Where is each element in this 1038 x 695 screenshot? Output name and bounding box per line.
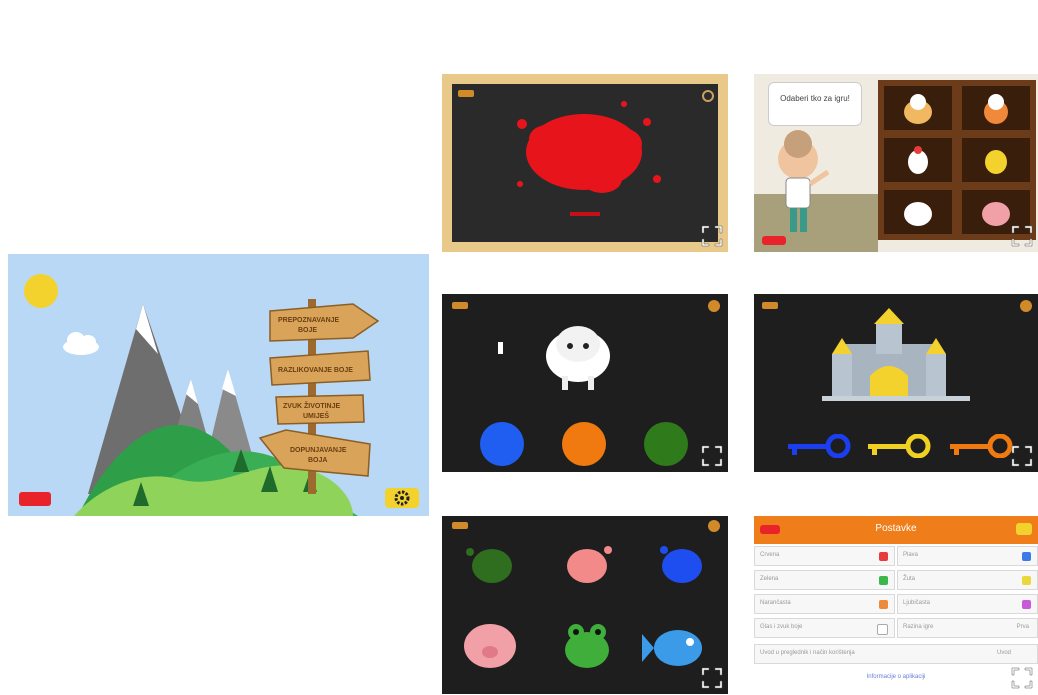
fish-icon[interactable]: [642, 630, 702, 666]
svg-text:PREPOZNAVANJE: PREPOZNAVANJE: [278, 317, 340, 324]
color-choice-blue[interactable]: [480, 422, 524, 466]
svg-text:UMIJEŠ: UMIJEŠ: [303, 411, 329, 420]
fullscreen-icon[interactable]: [700, 444, 724, 468]
color-option-red[interactable]: Crvena: [754, 546, 895, 566]
fullscreen-icon[interactable]: [1010, 444, 1034, 468]
cow-icon: [904, 94, 932, 124]
sun-icon: [24, 274, 58, 308]
settings-title: Postavke: [875, 523, 917, 534]
red-paint-splat[interactable]: [517, 101, 661, 193]
key-orange-icon[interactable]: [946, 434, 1016, 458]
sign-board-3[interactable]: ZVUK ŽIVOTINJE UMIJEŠ: [275, 394, 365, 425]
fullscreen-icon[interactable]: [700, 224, 724, 248]
color-option-green[interactable]: Zelena: [754, 570, 895, 590]
shelf-slot-cat[interactable]: [962, 86, 1030, 130]
checkbox[interactable]: [879, 552, 888, 561]
svg-text:BOJA: BOJA: [308, 457, 327, 464]
checkbox[interactable]: [879, 576, 888, 585]
castle-icon: [822, 308, 970, 401]
title-screen-panel: PREPOZNAVANJE BOJE RAZLIKOVANJE BOJE ZVU…: [8, 254, 429, 516]
paint-splat-canvas: [517, 101, 661, 216]
color-choice-green[interactable]: [644, 422, 688, 466]
shelf-slot-chick[interactable]: [962, 138, 1030, 182]
shelf-slot-sheep[interactable]: [884, 190, 952, 234]
cloud-icon: [63, 332, 99, 355]
color-word-label: [570, 212, 600, 216]
exit-button[interactable]: [19, 492, 51, 506]
sign-board-2[interactable]: RAZLIKOVANJE BOJE: [269, 350, 371, 386]
settings-gear-button[interactable]: [1016, 523, 1032, 535]
animal-shelf-panel: Odaberi tko za igru!: [754, 74, 1038, 252]
level-select[interactable]: Prva: [1017, 624, 1029, 630]
fullscreen-icon[interactable]: [1010, 224, 1034, 248]
fullscreen-icon[interactable]: [1010, 666, 1034, 690]
intro-button[interactable]: Uvod: [997, 650, 1011, 656]
gear-icon: [394, 490, 410, 506]
color-choice-orange[interactable]: [562, 422, 606, 466]
checkbox[interactable]: [1022, 600, 1031, 609]
svg-text:RAZLIKOVANJE BOJE: RAZLIKOVANJE BOJE: [278, 367, 353, 374]
shelf-slot-chicken[interactable]: [884, 138, 952, 182]
castle-key-game-panel: [754, 294, 1038, 472]
menu-badge[interactable]: [458, 90, 474, 97]
sound-option[interactable]: Glas i zvuk boje: [754, 618, 895, 638]
back-button[interactable]: [762, 236, 786, 245]
pig-icon[interactable]: [464, 624, 516, 668]
settings-gear-button[interactable]: [702, 90, 714, 102]
sheep-color-game-panel: [442, 294, 728, 472]
boy-character: [778, 130, 830, 232]
checkbox[interactable]: [1022, 552, 1031, 561]
intro-option[interactable]: Uvod u preglednik i način korištenja Uvod: [754, 644, 1038, 664]
key-blue-icon[interactable]: [784, 434, 854, 458]
svg-text:ZVUK ŽIVOTINJE: ZVUK ŽIVOTINJE: [283, 401, 341, 410]
sign-board-1[interactable]: PREPOZNAVANJE BOJE: [269, 303, 380, 342]
sheep-icon: [904, 202, 932, 226]
app-info-link[interactable]: Informacije o aplikaciji: [754, 674, 1038, 680]
svg-text:DOPUNJAVANJE: DOPUNJAVANJE: [290, 447, 347, 454]
settings-panel: Postavke Crvena Plava Zelena Žuta Naranč…: [754, 516, 1038, 694]
fullscreen-icon[interactable]: [700, 666, 724, 690]
splat-green[interactable]: [466, 548, 512, 583]
level-option[interactable]: Razina igre Prva: [897, 618, 1038, 638]
settings-header: Postavke: [754, 516, 1038, 544]
checkbox[interactable]: [879, 600, 888, 609]
checkbox[interactable]: [877, 624, 888, 635]
splat-pink[interactable]: [567, 546, 612, 583]
cat-icon: [984, 94, 1008, 124]
color-option-blue[interactable]: Plava: [897, 546, 1038, 566]
color-option-purple[interactable]: Ljubičasta: [897, 594, 1038, 614]
chick-icon: [985, 150, 1007, 174]
splat-match-scene: [464, 546, 702, 668]
frog-icon[interactable]: [565, 624, 609, 668]
key-yellow-icon[interactable]: [864, 434, 934, 458]
checkbox[interactable]: [1022, 576, 1031, 585]
paint-splat-panel: [442, 74, 728, 252]
splat-blue[interactable]: [660, 546, 702, 583]
color-option-orange[interactable]: Narančasta: [754, 594, 895, 614]
settings-gear-button[interactable]: [385, 488, 419, 508]
paint-bottle-icon: [498, 342, 503, 354]
color-option-yellow[interactable]: Žuta: [897, 570, 1038, 590]
chalkboard: [452, 84, 718, 242]
title-screen-illustration: PREPOZNAVANJE BOJE RAZLIKOVANJE BOJE ZVU…: [24, 274, 380, 516]
shelf-slot-cow[interactable]: [884, 86, 952, 130]
animal-shelf: [878, 80, 1036, 240]
sheep-icon[interactable]: [546, 326, 610, 390]
chicken-icon: [908, 146, 928, 174]
svg-text:BOJE: BOJE: [298, 327, 317, 334]
splat-match-game-panel: [442, 516, 728, 694]
